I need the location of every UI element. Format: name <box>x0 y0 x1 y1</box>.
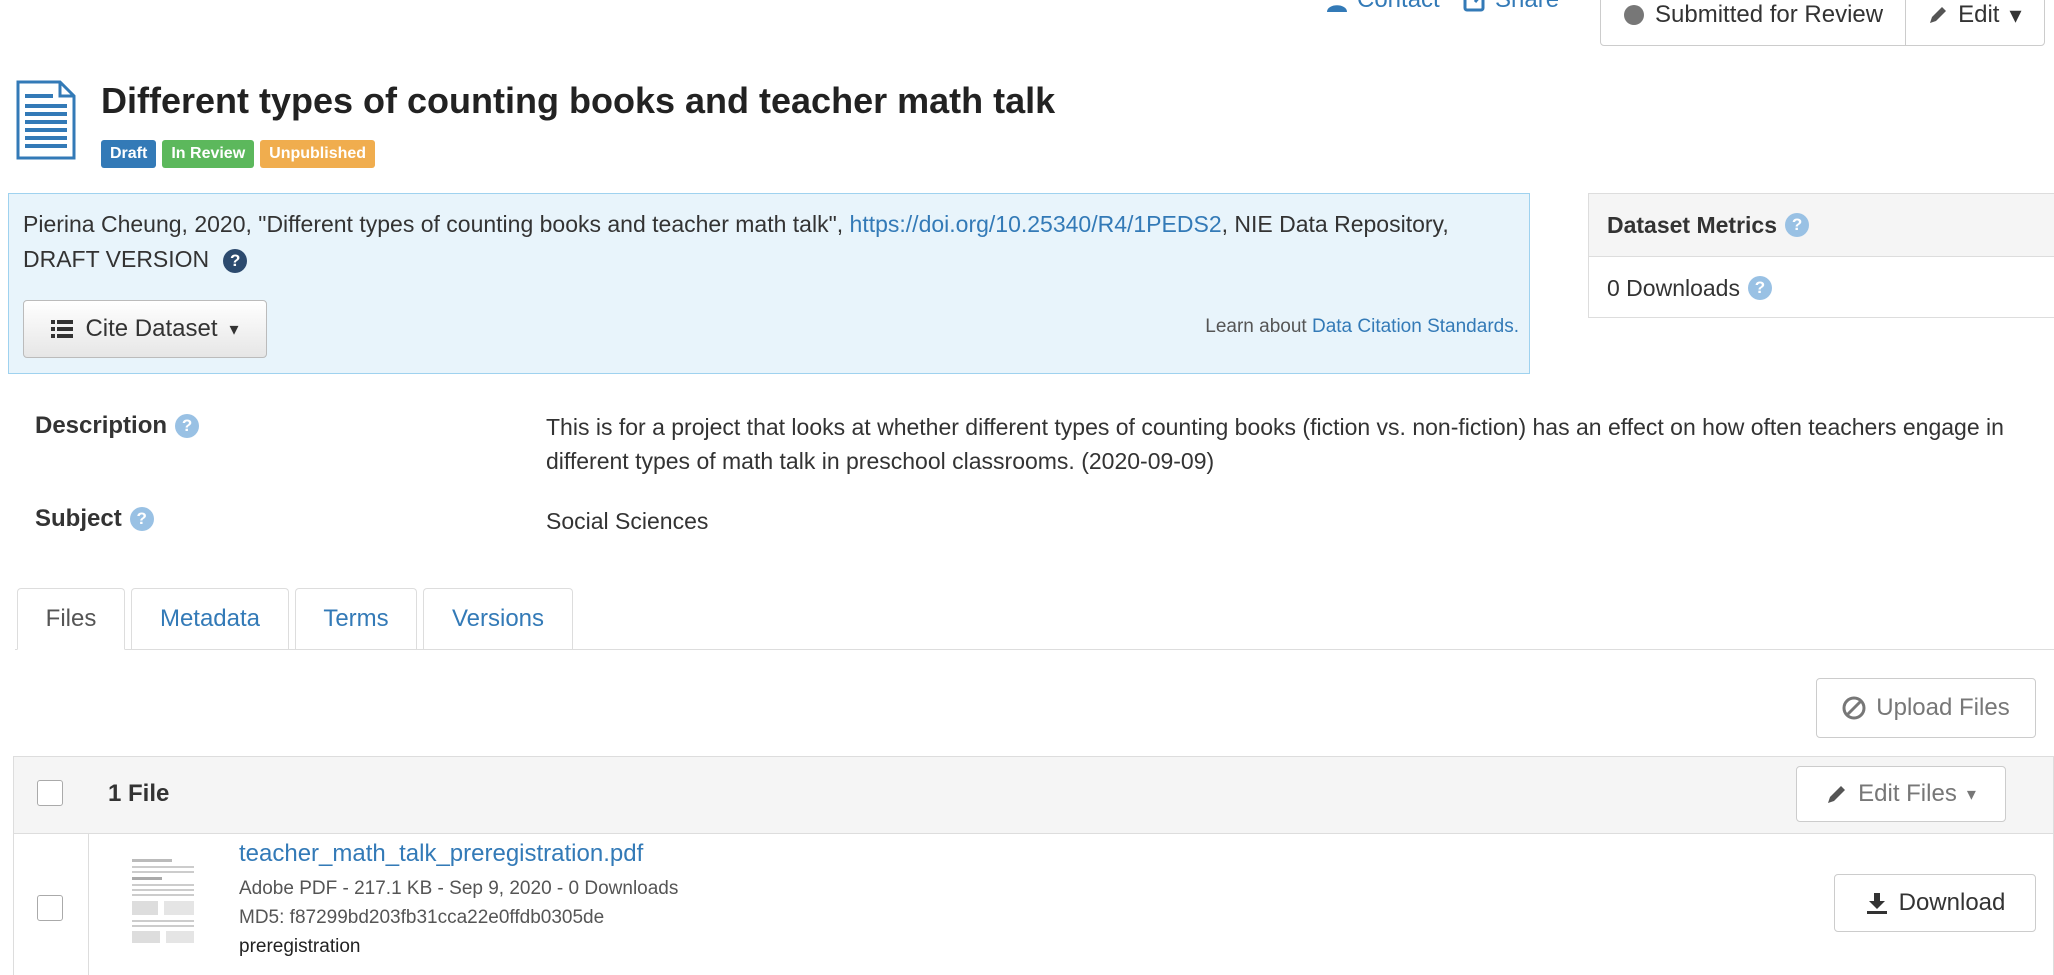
subject-label: Subject ? <box>35 505 154 533</box>
download-button[interactable]: Download <box>1834 874 2036 932</box>
question-circle-icon[interactable]: ? <box>223 248 248 273</box>
question-circle-icon[interactable]: ? <box>175 414 200 438</box>
pencil-icon <box>1828 786 1846 803</box>
file-tag: preregistration <box>239 936 361 957</box>
caret-down-icon: ▾ <box>229 318 239 339</box>
draft-badge: Draft <box>101 140 157 168</box>
file-md5: MD5: f87299bd203fb31cca22e0ffdb0305de <box>239 907 605 928</box>
tab-terms[interactable]: Terms <box>295 588 417 649</box>
files-table-header <box>13 756 2054 834</box>
submitted-for-review-button[interactable]: Submitted for Review <box>1601 0 1905 45</box>
share-link[interactable]: Share <box>1463 0 1559 14</box>
document-icon <box>16 80 76 160</box>
tabs-divider <box>15 649 2054 650</box>
learn-citation-standards: Learn about Data Citation Standards. <box>1205 316 1519 337</box>
tab-versions[interactable]: Versions <box>423 588 573 649</box>
question-circle-icon[interactable]: ? <box>129 507 154 531</box>
dataset-title: Different types of counting books and te… <box>101 80 1056 121</box>
globe-icon <box>1624 5 1644 25</box>
description-label: Description ? <box>35 412 200 440</box>
question-circle-icon[interactable]: ? <box>1747 276 1772 300</box>
description-value: This is for a project that looks at whet… <box>546 414 2004 474</box>
citation-box: Pierina Cheung, 2020, "Different types o… <box>8 193 1530 374</box>
edit-files-button[interactable]: Edit Files ▾ <box>1796 766 2006 822</box>
dataset-metrics-header: Dataset Metrics ? <box>1589 194 2054 257</box>
question-circle-icon[interactable]: ? <box>1785 213 1810 237</box>
review-edit-button-group: Submitted for Review Edit ▾ <box>1600 0 2045 46</box>
file-thumbnail[interactable] <box>128 853 198 949</box>
tab-files[interactable]: Files <box>17 588 125 650</box>
file-select-checkbox[interactable] <box>37 895 63 921</box>
in-review-badge: In Review <box>162 140 255 168</box>
pencil-icon <box>1930 7 1947 23</box>
tab-metadata[interactable]: Metadata <box>131 588 289 649</box>
list-icon <box>51 320 74 338</box>
file-count: 1 File <box>108 780 170 807</box>
edit-dataset-button[interactable]: Edit ▾ <box>1905 0 2043 45</box>
user-icon <box>1327 5 1347 12</box>
status-badges: Draft In Review Unpublished <box>101 140 376 168</box>
share-icon <box>1463 0 1485 12</box>
data-citation-standards-link[interactable]: Data Citation Standards. <box>1312 316 1519 337</box>
row-divider <box>88 833 89 975</box>
ban-icon <box>1842 696 1866 720</box>
citation-text: Pierina Cheung, 2020, "Different types o… <box>23 211 1449 273</box>
caret-down-icon: ▾ <box>2009 1 2022 29</box>
subject-value: Social Sciences <box>546 508 709 534</box>
file-name-link[interactable]: teacher_math_talk_preregistration.pdf <box>239 840 643 868</box>
unpublished-badge: Unpublished <box>260 140 376 168</box>
cite-dataset-button[interactable]: Cite Dataset ▾ <box>23 300 267 358</box>
caret-down-icon: ▾ <box>1966 783 1976 804</box>
doi-link[interactable]: https://doi.org/10.25340/R4/1PEDS2 <box>850 211 1222 237</box>
dataset-metrics-panel: Dataset Metrics ? 0 Downloads ? <box>1588 193 2054 318</box>
select-all-checkbox[interactable] <box>37 780 63 806</box>
contact-link[interactable]: Contact <box>1325 0 1440 14</box>
file-info: Adobe PDF - 217.1 KB - Sep 9, 2020 - 0 D… <box>239 878 679 899</box>
upload-files-button[interactable]: Upload Files <box>1816 678 2036 738</box>
downloads-count: 0 Downloads ? <box>1589 257 2054 319</box>
download-icon <box>1866 893 1887 914</box>
